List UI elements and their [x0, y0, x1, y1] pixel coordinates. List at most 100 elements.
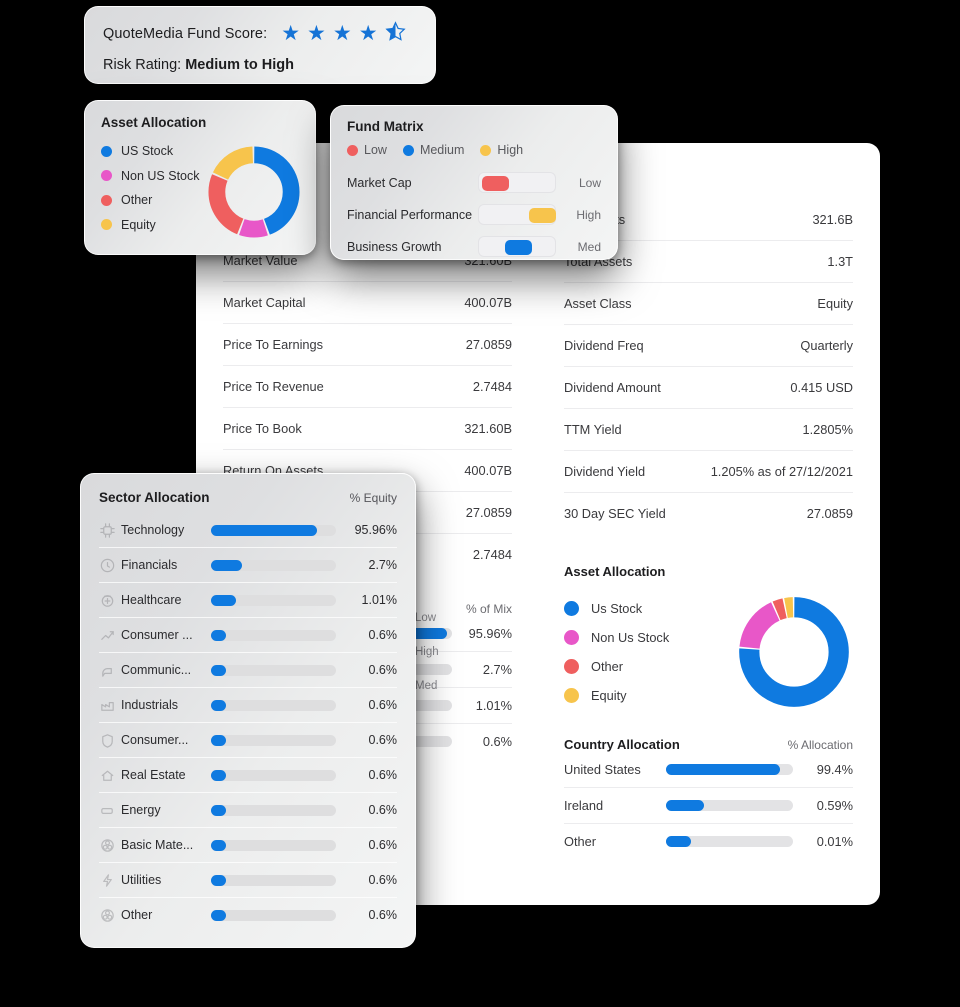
- fund-matrix-title: Fund Matrix: [347, 119, 424, 134]
- star-filled-icon[interactable]: ★: [333, 23, 352, 44]
- legend-label: Equity: [121, 217, 156, 232]
- legend-color-dot-icon: [564, 688, 579, 703]
- sector-row[interactable]: Consumer... 0.6%: [99, 723, 397, 758]
- panel-donut-legend: Us Stock Non Us Stock Other Equity: [564, 601, 669, 703]
- metric-label: Price To Earnings: [223, 337, 324, 352]
- info-value: 1.205% as of 27/12/2021: [710, 464, 853, 479]
- country-allocation-unit: % Allocation: [787, 738, 853, 752]
- sector-row[interactable]: Energy 0.6%: [99, 793, 397, 828]
- mini-donut-icon: [208, 146, 300, 238]
- mix-value: 0.6%: [482, 734, 512, 749]
- info-row: Asset Class Equity: [564, 283, 853, 325]
- sector-row-bar: [211, 524, 336, 536]
- fund-matrix-slider-knob[interactable]: [504, 239, 532, 255]
- country-bar-fill: [666, 764, 781, 775]
- metric-value: 400.07B: [464, 295, 512, 310]
- sector-row[interactable]: Real Estate 0.6%: [99, 758, 397, 793]
- info-label: Dividend Freq: [564, 338, 644, 353]
- country-bar: [666, 800, 793, 811]
- info-value: 1.2805%: [802, 422, 853, 437]
- sector-row[interactable]: Other 0.6%: [99, 898, 397, 932]
- panel-matrix-value-2: Med: [415, 680, 438, 692]
- country-label: Other: [564, 834, 597, 849]
- sector-row[interactable]: Healthcare 1.01%: [99, 583, 397, 618]
- fund-matrix-slider[interactable]: [477, 236, 556, 257]
- fund-matrix-slider[interactable]: [477, 204, 556, 225]
- matrix-legend-item: Low: [347, 143, 387, 157]
- metric-label: Price To Revenue: [223, 379, 324, 394]
- mix-value: 95.96%: [468, 626, 512, 641]
- metric-label: Market Capital: [223, 295, 306, 310]
- matrix-legend-item: Medium: [402, 143, 464, 157]
- sector-row-label: Consumer...: [121, 733, 189, 747]
- fund-matrix-row: Business Growth Med: [347, 236, 601, 257]
- star-half-icon[interactable]: [384, 21, 406, 46]
- sector-row-bar-fill: [211, 629, 226, 641]
- sector-row-value: 0.6%: [368, 768, 398, 782]
- fund-matrix-slider-knob[interactable]: [481, 175, 509, 191]
- sector-row[interactable]: Utilities 0.6%: [99, 863, 397, 898]
- country-label: Ireland: [564, 798, 604, 813]
- legend-color-dot-icon: [564, 659, 579, 674]
- risk-rating-row: Risk Rating: Medium to High: [103, 57, 417, 73]
- donut-slice: [208, 146, 300, 238]
- sector-row-label: Industrials: [121, 698, 178, 712]
- metric-row: Price To Revenue 2.7484: [223, 366, 512, 408]
- info-row: 30 Day SEC Yield 27.0859: [564, 493, 853, 534]
- fund-matrix-row: Financial Performance High: [347, 204, 601, 225]
- sector-row[interactable]: Basic Mate... 0.6%: [99, 828, 397, 863]
- factory-icon: [99, 697, 121, 714]
- legend-label: Other: [121, 193, 153, 207]
- sector-row-bar: [211, 734, 336, 746]
- mix-value: 2.7%: [482, 662, 512, 677]
- bolt-icon: [99, 872, 121, 889]
- metric-row: Market Capital 400.07B: [223, 282, 512, 324]
- metric-value: 321.60B: [464, 421, 512, 436]
- risk-rating-value: Medium to High: [185, 57, 294, 73]
- legend-color-dot-icon: [402, 144, 414, 156]
- panel-asset-allocation-title: Asset Allocation: [564, 564, 666, 579]
- info-row: TTM Yield 1.2805%: [564, 409, 853, 451]
- panel-matrix-values: Low High Med: [415, 612, 439, 692]
- sector-row[interactable]: Financials 2.7%: [99, 548, 397, 583]
- sector-row-bar: [211, 909, 336, 921]
- fund-matrix-card: Fund Matrix Low Medium High Market Cap Low F…: [330, 105, 618, 260]
- country-row: Other 0.01%: [564, 824, 853, 859]
- screenshot-stage: Market Value 321.60B Market Capital 400.07B…: [0, 0, 960, 1007]
- sector-allocation-unit: % Equity: [349, 491, 397, 505]
- sector-row[interactable]: Consumer ... 0.6%: [99, 618, 397, 653]
- country-allocation-list: United States 99.4% Ireland 0.59% Other 0.01%: [564, 752, 853, 859]
- info-value: Quarterly: [800, 338, 853, 353]
- fund-matrix-row-value: Low: [578, 175, 601, 190]
- star-filled-icon[interactable]: ★: [359, 23, 378, 44]
- legend-color-dot-icon: [480, 144, 492, 156]
- sector-row[interactable]: Communic... 0.6%: [99, 653, 397, 688]
- fund-matrix-row-label: Business Growth: [347, 239, 442, 254]
- sector-row-bar-fill: [211, 804, 226, 816]
- legend-label: Us Stock: [591, 601, 643, 616]
- fund-matrix-slider-knob[interactable]: [528, 207, 556, 223]
- sector-row-bar-fill: [211, 874, 226, 886]
- sector-row-bar-fill: [211, 909, 226, 921]
- shield-icon: [99, 732, 121, 749]
- metric-value: 27.0859: [465, 337, 512, 352]
- star-filled-icon[interactable]: ★: [281, 23, 300, 44]
- star-filled-icon[interactable]: ★: [307, 23, 326, 44]
- legend-color-dot-icon: [101, 170, 112, 181]
- sector-row-label: Basic Mate...: [121, 838, 194, 852]
- sector-row-label: Utilities: [121, 873, 162, 887]
- sector-row[interactable]: Technology 95.96%: [99, 513, 397, 548]
- fund-matrix-slider[interactable]: [477, 172, 556, 193]
- sector-row-value: 0.6%: [368, 838, 398, 852]
- legend-color-dot-icon: [101, 194, 112, 206]
- fund-matrix-rows: Market Cap Low Financial Performance High Bu…: [347, 172, 601, 257]
- sector-row-label: Energy: [121, 803, 161, 817]
- panel-legend-item: Non Us Stock: [564, 630, 669, 645]
- sector-allocation-header: Sector Allocation % Equity: [99, 490, 397, 505]
- legend-color-dot-icon: [101, 145, 112, 157]
- panel-matrix-value-0: Low: [415, 612, 437, 624]
- sector-allocation-list: Technology 95.96% Financials 2.7% Healthcare…: [99, 513, 397, 932]
- clock-icon: [99, 557, 121, 574]
- trend-icon: [99, 627, 121, 644]
- sector-row[interactable]: Industrials 0.6%: [99, 688, 397, 723]
